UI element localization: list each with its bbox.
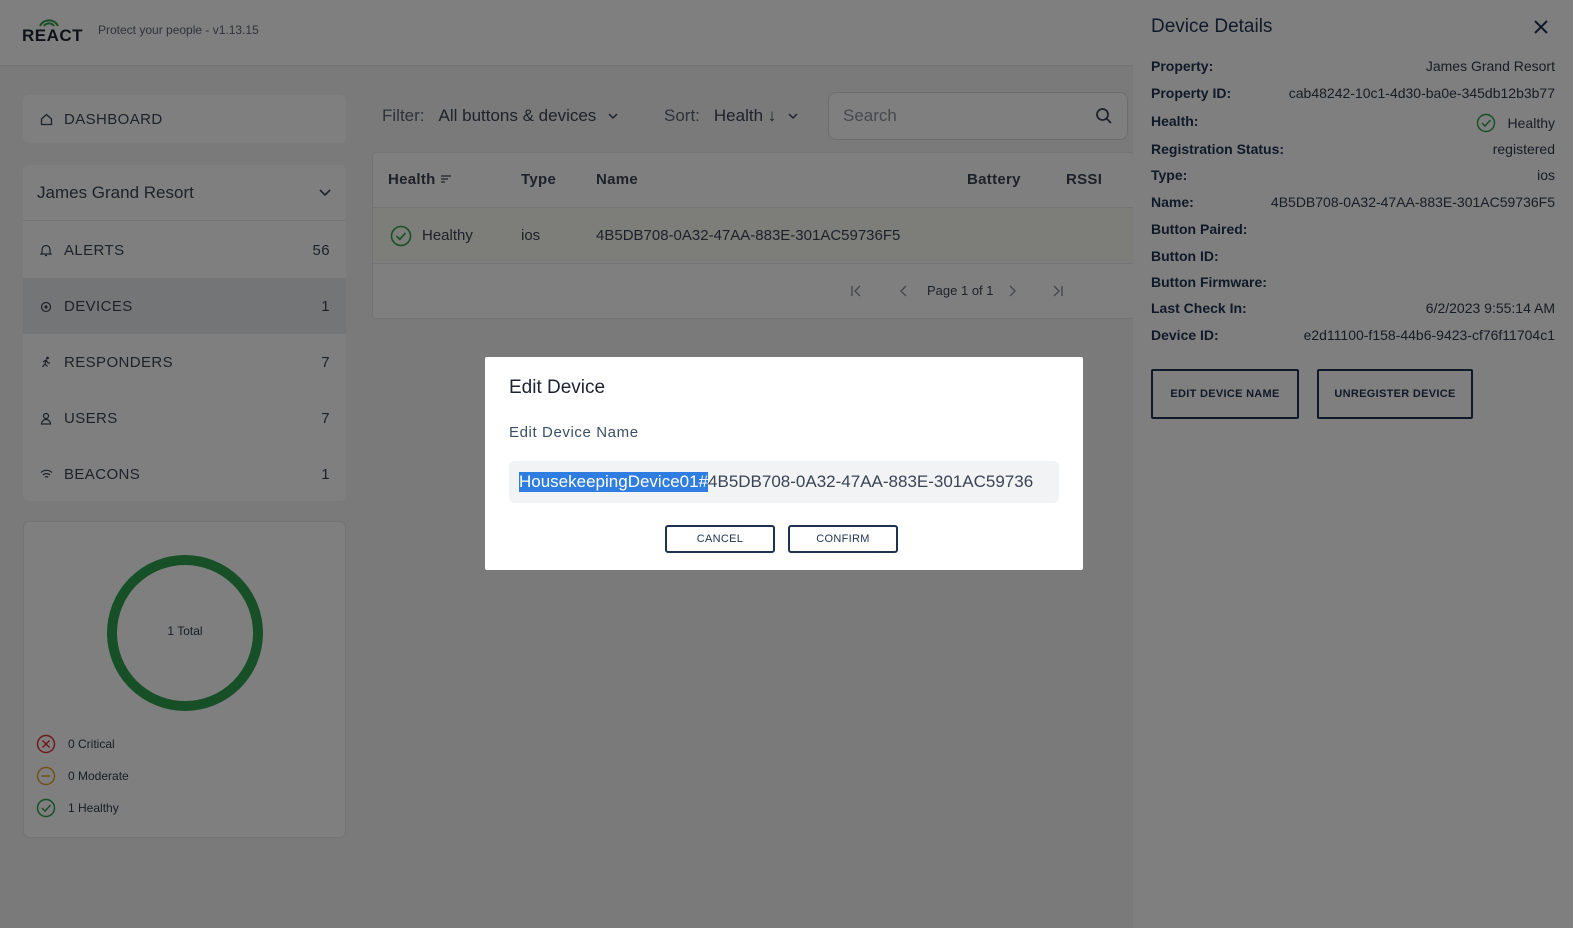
edit-device-modal: Edit Device Edit Device Name Housekeepin…: [485, 357, 1083, 570]
confirm-button[interactable]: CONFIRM: [788, 525, 898, 553]
panel-backdrop: [1133, 0, 1573, 928]
input-selected-text: HousekeepingDevice01#: [519, 472, 709, 492]
modal-title: Edit Device: [509, 377, 606, 398]
device-name-input[interactable]: HousekeepingDevice01# 4B5DB708-0A32-47AA-…: [509, 461, 1059, 503]
input-text: 4B5DB708-0A32-47AA-883E-301AC59736: [708, 472, 1034, 491]
cancel-button[interactable]: CANCEL: [665, 525, 775, 553]
device-name-label: Edit Device Name: [509, 424, 639, 441]
